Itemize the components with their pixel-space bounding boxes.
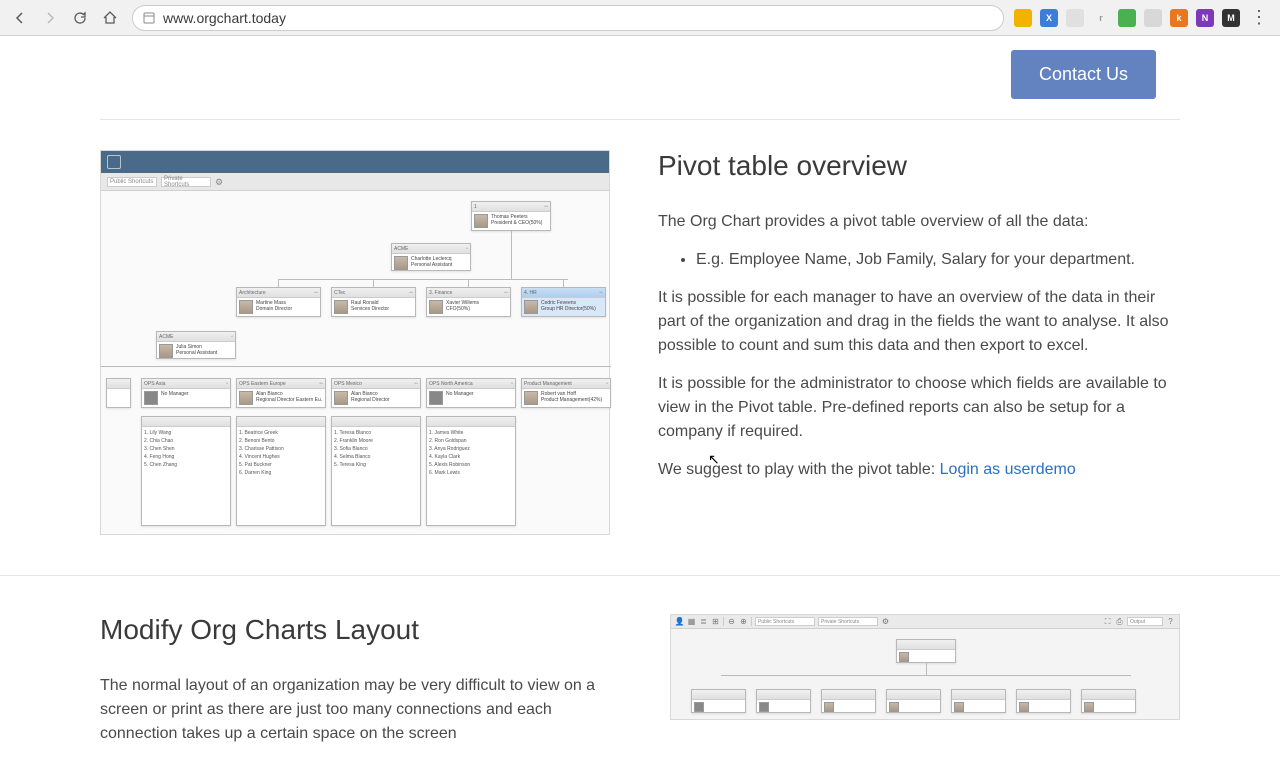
group-icon: ▦ bbox=[687, 617, 696, 626]
org-node: Architecture▫▫Martine MassDomain Directo… bbox=[236, 287, 321, 317]
browser-menu-button[interactable]: ⋮ bbox=[1246, 7, 1272, 28]
org-sublist: 1. Beatrice Greek2. Benoni Bento3. Chari… bbox=[236, 416, 326, 526]
org-node bbox=[756, 689, 811, 713]
extension-icon[interactable]: k bbox=[1170, 9, 1188, 27]
org-node: OPS North America▫No Manager bbox=[426, 378, 516, 408]
org-node bbox=[106, 378, 131, 408]
org-node: ACME▫ Charlotte LeclercqPersonal Assista… bbox=[391, 243, 471, 271]
section-title: Modify Org Charts Layout bbox=[100, 614, 622, 646]
org-node: 3. Finance▫▫Xavier WillemsCFO(50%) bbox=[426, 287, 511, 317]
browser-toolbar: www.orgchart.today X r k N M ⋮ bbox=[0, 0, 1280, 36]
private-shortcuts-dropdown: Private Shortcuts bbox=[161, 177, 211, 187]
org-node bbox=[1016, 689, 1071, 713]
org-node bbox=[691, 689, 746, 713]
url-bar[interactable]: www.orgchart.today bbox=[132, 5, 1004, 31]
extension-icon[interactable]: N bbox=[1196, 9, 1214, 27]
feature-list: E.g. Employee Name, Job Family, Salary f… bbox=[658, 248, 1180, 272]
public-shortcuts-dropdown: Public Shortcuts bbox=[107, 177, 157, 187]
list-item: E.g. Employee Name, Job Family, Salary f… bbox=[696, 248, 1180, 272]
section-title: Pivot table overview bbox=[658, 150, 1180, 182]
gear-icon: ⚙ bbox=[881, 617, 890, 626]
home-button[interactable] bbox=[98, 6, 122, 30]
org-sublist: 1. Teresa Blanco2. Franklin Moore3. Sofi… bbox=[331, 416, 421, 526]
extension-icon[interactable] bbox=[1144, 9, 1162, 27]
org-node bbox=[896, 639, 956, 663]
page-content: Contact Us Public Shortcuts Private Shor… bbox=[0, 36, 1280, 760]
orgchart-screenshot-2: 👤 ▦ ≣ ⊞ ⊖ ⊕ Public Shortcuts Private Sho… bbox=[670, 614, 1180, 760]
site-info-icon bbox=[143, 12, 155, 24]
org-node: Product Management▫Robert van HoffProduc… bbox=[521, 378, 611, 408]
body-text: We suggest to play with the pivot table:… bbox=[658, 458, 1180, 482]
section-pivot-table: Public Shortcuts Private Shortcuts ⚙ 1▫▫… bbox=[0, 150, 1280, 576]
org-sublist: 1. Lily Wang2. Chia Chao3. Chen Shen4. F… bbox=[141, 416, 231, 526]
body-text: The Org Chart provides a pivot table ove… bbox=[658, 210, 1180, 234]
help-icon: ? bbox=[1166, 617, 1175, 626]
org-node: OPS Asia▫No Manager bbox=[141, 378, 231, 408]
extension-icon[interactable]: X bbox=[1040, 9, 1058, 27]
login-demo-link[interactable]: Login as userdemo bbox=[940, 461, 1076, 478]
extension-icon[interactable] bbox=[1118, 9, 1136, 27]
extension-icon[interactable] bbox=[1014, 9, 1032, 27]
body-text: It is possible for each manager to have … bbox=[658, 286, 1180, 358]
extension-icon[interactable]: M bbox=[1222, 9, 1240, 27]
app-icon bbox=[107, 155, 121, 169]
org-node: ACME▫Julia SimonPersonal Assistant bbox=[156, 331, 236, 359]
zoom-in-icon: ⊕ bbox=[739, 617, 748, 626]
grid-icon: ⊞ bbox=[711, 617, 720, 626]
person-icon: 👤 bbox=[675, 617, 684, 626]
extension-icons: X r k N M bbox=[1014, 9, 1240, 27]
section-modify-layout: Modify Org Charts Layout The normal layo… bbox=[0, 614, 1280, 760]
zoom-out-icon: ⊖ bbox=[727, 617, 736, 626]
url-text: www.orgchart.today bbox=[163, 10, 286, 26]
back-button[interactable] bbox=[8, 6, 32, 30]
extension-icon[interactable]: r bbox=[1092, 9, 1110, 27]
org-node bbox=[886, 689, 941, 713]
list-icon: ≣ bbox=[699, 617, 708, 626]
fullscreen-icon: ⛶ bbox=[1103, 617, 1112, 626]
orgchart-screenshot: Public Shortcuts Private Shortcuts ⚙ 1▫▫… bbox=[100, 150, 610, 535]
org-node bbox=[951, 689, 1006, 713]
gear-icon: ⚙ bbox=[215, 177, 225, 187]
org-sublist: 1. James White2. Ron Goldspan3. Anya Rod… bbox=[426, 416, 516, 526]
org-node bbox=[1081, 689, 1136, 713]
reload-button[interactable] bbox=[68, 6, 92, 30]
contact-us-button[interactable]: Contact Us bbox=[1011, 50, 1156, 99]
print-icon: ⎙ bbox=[1115, 617, 1124, 626]
org-node: OPS Eastern Europe▫▫Alan BiancoRegional … bbox=[236, 378, 326, 408]
org-node: 1▫▫ Thomas PeetersPresident & CEO(50%) bbox=[471, 201, 551, 231]
org-node: 4. HR▫▫Cedric FeveensGroup HR Director(5… bbox=[521, 287, 606, 317]
org-node bbox=[821, 689, 876, 713]
extension-icon[interactable] bbox=[1066, 9, 1084, 27]
forward-button[interactable] bbox=[38, 6, 62, 30]
org-node: CTec▫▫Raul RonaldServices Director bbox=[331, 287, 416, 317]
page-header: Contact Us bbox=[100, 36, 1180, 120]
org-node: OPS Mexico▫▫Alan BiancoRegional Director bbox=[331, 378, 421, 408]
body-text: It is possible for the administrator to … bbox=[658, 372, 1180, 444]
body-text: The normal layout of an organization may… bbox=[100, 674, 622, 746]
